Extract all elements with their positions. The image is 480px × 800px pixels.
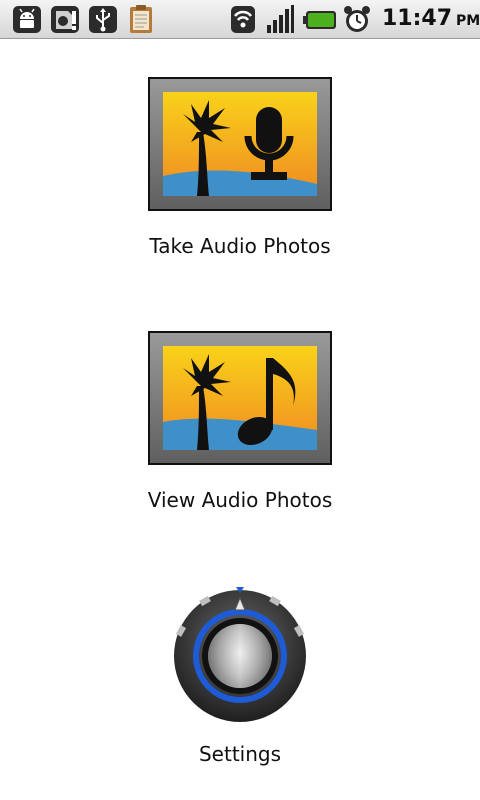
android-debug-icon [13,6,41,33]
palm-music-note-icon [148,331,332,465]
clock-ampm: PM [456,13,480,29]
status-clock: 11:47 PM [382,6,480,31]
settings-knob-icon [174,587,306,722]
settings-label: Settings [198,742,282,766]
status-bar: 11:47 PM [0,0,480,39]
usb-icon [89,6,117,33]
battery-icon [303,11,336,29]
view-audio-photos-label: View Audio Photos [147,488,333,512]
clipboard-icon [130,5,152,33]
signal-icon [267,5,294,33]
clock-time: 11:47 [382,6,453,31]
settings-button[interactable]: Settings [0,584,480,766]
palm-microphone-icon [148,77,332,211]
alarm-clock-icon [344,6,370,32]
take-audio-photos-button[interactable]: Take Audio Photos [0,76,480,258]
wifi-icon [231,6,255,33]
take-audio-photos-label: Take Audio Photos [149,234,331,258]
view-audio-photos-button[interactable]: View Audio Photos [0,330,480,512]
sd-card-warning-icon [51,6,79,33]
